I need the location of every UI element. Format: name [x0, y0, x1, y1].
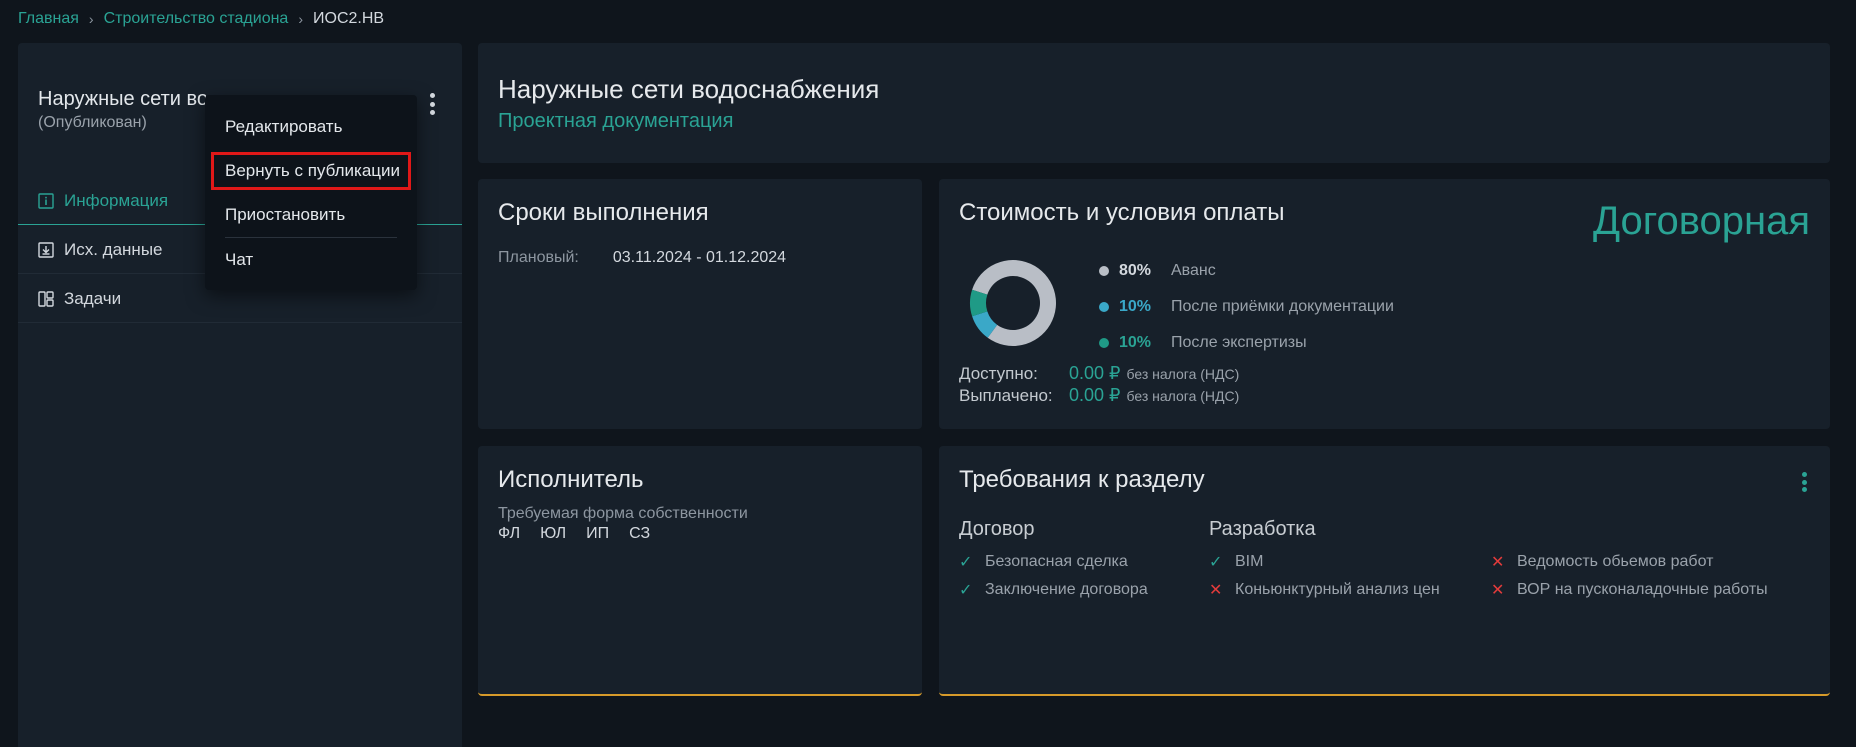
- legend-dot: [1099, 302, 1109, 312]
- terms-title: Сроки выполнения: [498, 199, 709, 226]
- sidebar-item-label: Исх. данные: [64, 239, 163, 259]
- paid-note: без налога (НДС): [1126, 388, 1240, 404]
- form-ul: ЮЛ: [540, 525, 567, 542]
- kanban-icon: [38, 290, 54, 307]
- development-heading: Разработка: [1209, 518, 1316, 540]
- requirement-item: ✕ Коньюнктурный анализ цен: [1209, 576, 1440, 604]
- check-icon: ✓: [959, 582, 973, 599]
- sidebar-title: Наружные сети водоснабжения: [38, 88, 206, 110]
- paid-label: Выплачено:: [959, 386, 1053, 405]
- sidebar-item-label: Задачи: [64, 288, 122, 308]
- contract-column: Договор ✓ Безопасная сделка ✓ Заключение…: [959, 518, 1148, 604]
- terms-card: Сроки выполнения Плановый: 03.11.2024 - …: [478, 179, 922, 429]
- cross-icon: ✕: [1491, 582, 1505, 599]
- legend-item: 80% Аванс: [1099, 253, 1394, 289]
- requirement-label: BIM: [1235, 553, 1264, 570]
- payment-legend: 80% Аванс 10% После приёмки документации…: [1099, 253, 1394, 361]
- requirement-label: Безопасная сделка: [985, 553, 1128, 570]
- requirement-item: ✓ Заключение договора: [959, 576, 1148, 604]
- paid-value: 0.00 ₽: [1069, 385, 1121, 405]
- development-column: Разработка ✓ BIM ✕ Коньюнктурный анализ …: [1209, 518, 1440, 604]
- planned-value: 03.11.2024 - 01.12.2024: [612, 249, 787, 266]
- cost-card: Стоимость и условия оплаты Договорная 80…: [939, 179, 1830, 429]
- ownership-forms: ФЛ ЮЛ ИП СЗ: [498, 525, 650, 543]
- cross-icon: ✕: [1209, 582, 1223, 599]
- legend-dot: [1099, 266, 1109, 276]
- executor-card: Исполнитель Требуемая форма собственност…: [478, 446, 922, 696]
- menu-item-unpublish[interactable]: Вернуть с публикации: [205, 149, 417, 193]
- requirement-item: ✓ Безопасная сделка: [959, 548, 1148, 576]
- breadcrumb-home-link[interactable]: Главная: [18, 10, 79, 28]
- legend-pct: 80%: [1119, 262, 1152, 279]
- form-fl: ФЛ: [498, 525, 521, 542]
- chevron-right-icon: ›: [88, 11, 94, 27]
- header-card: Наружные сети водоснабжения Проектная до…: [478, 43, 1830, 163]
- menu-item-pause[interactable]: Приостановить: [205, 193, 417, 237]
- requirements-more-button[interactable]: [1796, 470, 1812, 494]
- status-badge: (Опубликован): [38, 114, 147, 131]
- requirements-title: Требования к разделу: [959, 466, 1205, 493]
- legend-pct: 10%: [1119, 298, 1152, 315]
- executor-title: Исполнитель: [498, 466, 644, 493]
- menu-item-chat[interactable]: Чат: [205, 238, 417, 282]
- legend-label: После приёмки документации: [1171, 298, 1394, 315]
- requirements-card: Требования к разделу Договор ✓ Безопасна…: [939, 446, 1830, 696]
- price-value: Договорная: [1592, 199, 1810, 243]
- requirement-item: ✓ BIM: [1209, 548, 1440, 576]
- legend-label: Аванс: [1171, 262, 1216, 279]
- sidebar-item-label: Информация: [64, 190, 169, 210]
- legend-pct: 10%: [1119, 334, 1152, 351]
- requirement-label: ВОР на пусконаладочные работы: [1517, 581, 1768, 598]
- requirement-item: ✕ ВОР на пусконаладочные работы: [1491, 576, 1768, 604]
- download-box-icon: [38, 241, 54, 258]
- ownership-label: Требуемая форма собственности: [498, 505, 748, 522]
- info-icon: [38, 192, 54, 209]
- cost-title: Стоимость и условия оплаты: [959, 199, 1285, 226]
- page-title: Наружные сети водоснабжения: [498, 74, 880, 104]
- available-note: без налога (НДС): [1126, 366, 1240, 382]
- contract-heading: Договор: [959, 518, 1035, 540]
- requirement-label: Заключение договора: [985, 581, 1148, 598]
- check-icon: ✓: [959, 554, 973, 571]
- breadcrumb-project-link[interactable]: Строительство стадиона: [104, 10, 289, 28]
- paid-row: Выплачено: 0.00 ₽ без налога (НДС): [959, 385, 1239, 406]
- planned-label: Плановый:: [498, 249, 579, 266]
- page-subtitle: Проектная документация: [498, 110, 734, 132]
- requirement-label: Ведомость обьемов работ: [1517, 553, 1714, 570]
- legend-dot: [1099, 338, 1109, 348]
- breadcrumb: Главная › Строительство стадиона › ИОС2.…: [18, 10, 384, 28]
- context-menu: Редактировать Вернуть с публикации Приос…: [205, 95, 417, 290]
- extra-column: ✕ Ведомость обьемов работ ✕ ВОР на пуско…: [1491, 518, 1768, 604]
- breadcrumb-current: ИОС2.НВ: [313, 10, 385, 27]
- available-value: 0.00 ₽: [1069, 363, 1121, 383]
- legend-item: 10% После экспертизы: [1099, 325, 1394, 361]
- requirement-label: Коньюнктурный анализ цен: [1235, 581, 1440, 598]
- more-options-button[interactable]: [424, 91, 440, 117]
- form-ip: ИП: [586, 525, 610, 542]
- cross-icon: ✕: [1491, 554, 1505, 571]
- available-label: Доступно:: [959, 364, 1038, 383]
- requirement-item: ✕ Ведомость обьемов работ: [1491, 548, 1768, 576]
- check-icon: ✓: [1209, 554, 1223, 571]
- menu-item-edit[interactable]: Редактировать: [205, 105, 417, 149]
- form-sz: СЗ: [629, 525, 651, 542]
- available-row: Доступно: 0.00 ₽ без налога (НДС): [959, 363, 1239, 384]
- legend-label: После экспертизы: [1171, 334, 1307, 351]
- legend-item: 10% После приёмки документации: [1099, 289, 1394, 325]
- chevron-right-icon: ›: [298, 11, 303, 27]
- payment-donut-chart: [970, 260, 1056, 346]
